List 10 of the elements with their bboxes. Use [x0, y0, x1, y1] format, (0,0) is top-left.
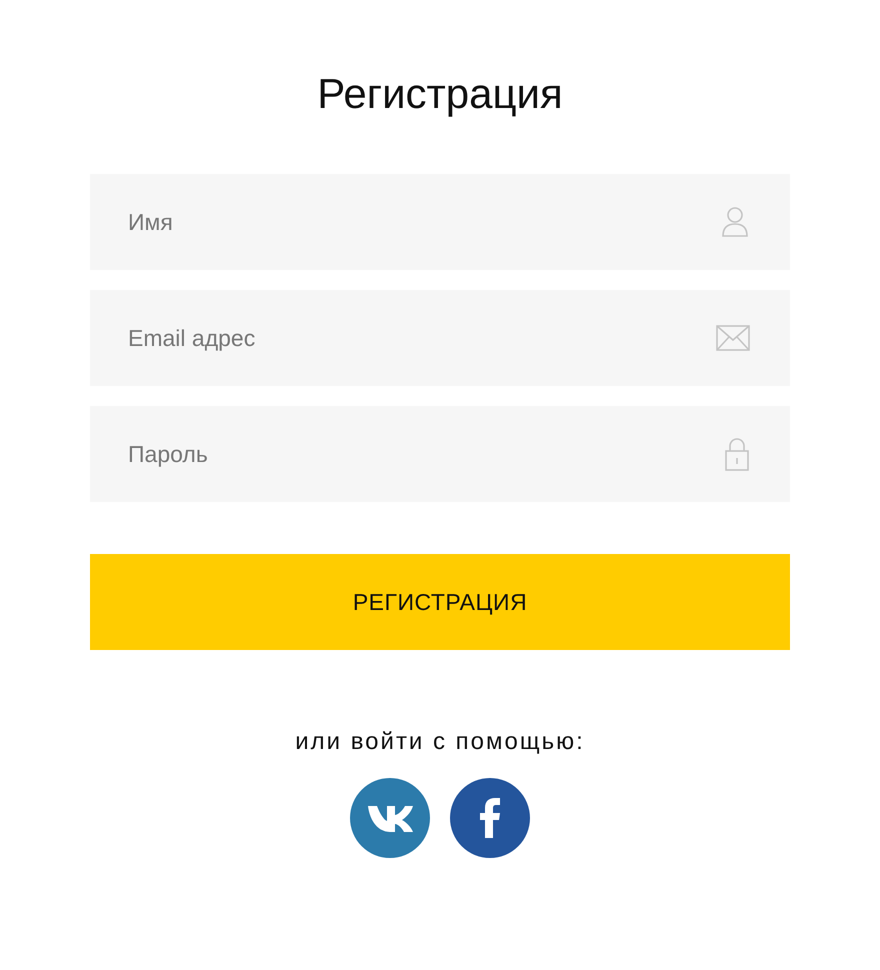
person-icon — [720, 205, 750, 239]
lock-icon — [724, 437, 750, 471]
alt-login-text: или войти с помощью: — [295, 728, 585, 756]
input-field[interactable]: Пароль — [90, 406, 790, 502]
register-button[interactable]: РЕГИСТРАЦИЯ — [90, 554, 790, 650]
input-field[interactable]: Email адрес — [90, 290, 790, 386]
f-logo-icon — [479, 798, 501, 838]
input-field[interactable]: Имя — [90, 174, 790, 270]
form-title: Регистрация — [317, 70, 563, 118]
envelope-icon — [716, 325, 750, 351]
